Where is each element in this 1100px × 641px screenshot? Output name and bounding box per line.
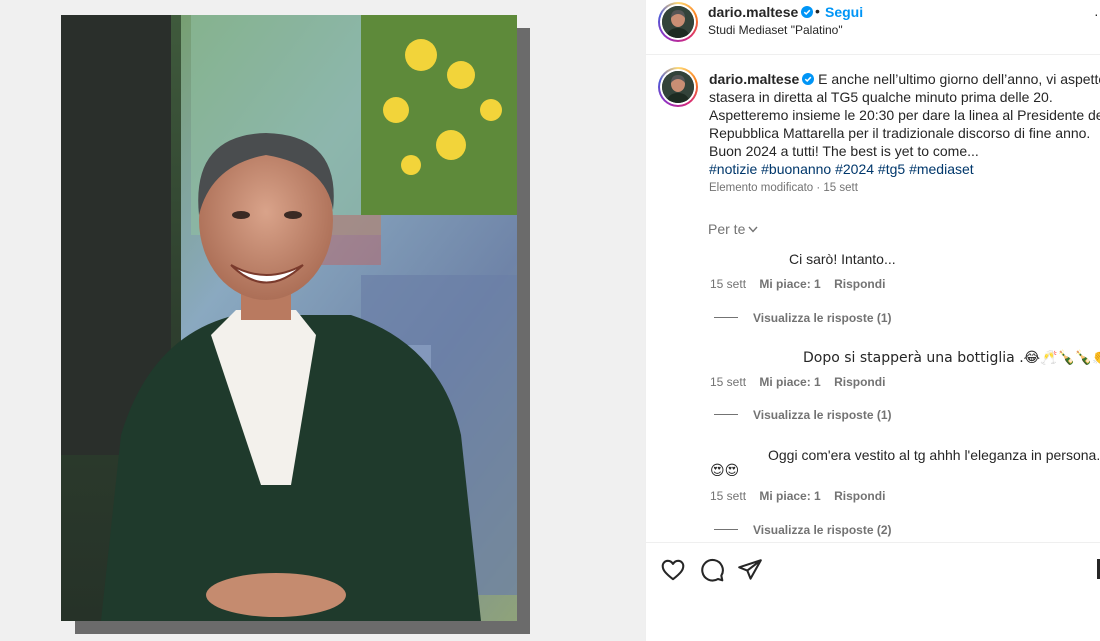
caption-text: dario.maltese E anche nell’ultimo giorno… [709, 70, 1100, 178]
caption-hashtags[interactable]: #notizie #buonanno #2024 #tg5 #mediaset [709, 160, 1100, 178]
comment-text-body: Dopo si stapperà una bottiglia .😂🥂🍾🍾👏 [803, 350, 1100, 366]
reply-button[interactable]: Rispondi [834, 489, 885, 503]
view-replies-label: Visualizza le risposte (1) [753, 408, 892, 422]
comment-text-emoji: 😍😍 [710, 463, 740, 479]
caption-line: stasera in diretta al TG5 qualche minuto… [709, 89, 1053, 105]
comments-sort-dropdown[interactable]: Per te [708, 221, 758, 237]
caption-line: Repubblica Mattarella per il tradizional… [709, 125, 1091, 141]
author-username-text[interactable]: dario.maltese [708, 4, 798, 20]
caption-line: Buon 2024 a tutti! The best is yet to co… [709, 143, 979, 159]
heart-icon[interactable] [660, 557, 686, 583]
comment-meta: 15 sett Mi piace: 1 Rispondi [710, 277, 895, 291]
post-actions-bar [646, 542, 1100, 641]
more-options-button[interactable]: ··· [1094, 6, 1100, 22]
caption-line: Aspetteremo insieme le 20:30 per dare la… [709, 107, 1100, 123]
caption-edited-meta: Elemento modificato · 15 sett [709, 182, 858, 194]
comment-text: Dopo si stapperà una bottiglia .😂🥂🍾🍾👏 [803, 349, 1100, 366]
author-username[interactable]: dario.maltese [708, 4, 814, 20]
caption-avatar[interactable] [658, 67, 698, 107]
chevron-down-icon [748, 226, 758, 233]
view-replies-button[interactable]: Visualizza le risposte (1) [714, 408, 892, 422]
view-replies-button[interactable]: Visualizza le risposte (1) [714, 311, 892, 325]
replies-divider [714, 414, 738, 415]
post-media-area [0, 0, 645, 641]
author-avatar[interactable] [658, 2, 698, 42]
caption-line: dario.maltese E anche nell’ultimo giorno… [709, 70, 1100, 88]
comment-likes[interactable]: Mi piace: 1 [759, 277, 820, 291]
comment-likes[interactable]: Mi piace: 1 [759, 375, 820, 389]
comment-bubble-icon[interactable] [699, 557, 725, 583]
comment-likes[interactable]: Mi piace: 1 [759, 489, 820, 503]
comment-time[interactable]: 15 sett [710, 489, 746, 503]
caption-line-text: E anche nell’ultimo giorno dell’anno, vi… [818, 71, 1100, 87]
separator-dot: • [815, 3, 820, 19]
comment-time[interactable]: 15 sett [710, 375, 746, 389]
replies-divider [714, 529, 738, 530]
post-location[interactable]: Studi Mediaset "Palatino" [708, 23, 843, 37]
send-icon[interactable] [737, 557, 763, 583]
comment-text: Ci sarò! Intanto... [789, 251, 896, 267]
comment-meta: 15 sett Mi piace: 1 Rispondi [710, 375, 895, 389]
reply-button[interactable]: Rispondi [834, 277, 885, 291]
avatar-image [662, 6, 694, 38]
verified-badge-icon [801, 6, 814, 18]
view-replies-label: Visualizza le risposte (1) [753, 311, 892, 325]
verified-badge-icon [802, 73, 815, 85]
follow-button[interactable]: Segui [825, 4, 863, 20]
reply-button[interactable]: Rispondi [834, 375, 885, 389]
comment-meta: 15 sett Mi piace: 1 Rispondi [710, 489, 895, 503]
comment-text: Oggi com'era vestito al tg ahhh l'elegan… [768, 447, 1100, 463]
comment-time[interactable]: 15 sett [710, 277, 746, 291]
view-replies-label: Visualizza le risposte (2) [753, 523, 892, 537]
post-photo[interactable] [61, 15, 517, 621]
replies-divider [714, 317, 738, 318]
post-side-panel: dario.maltese • Segui Studi Mediaset "Pa… [645, 0, 1100, 641]
portrait-image [61, 15, 517, 621]
avatar-image [662, 71, 694, 103]
sort-label: Per te [708, 221, 746, 237]
caption-username[interactable]: dario.maltese [709, 71, 799, 87]
view-replies-button[interactable]: Visualizza le risposte (2) [714, 523, 892, 537]
post-header: dario.maltese • Segui Studi Mediaset "Pa… [646, 0, 1100, 55]
